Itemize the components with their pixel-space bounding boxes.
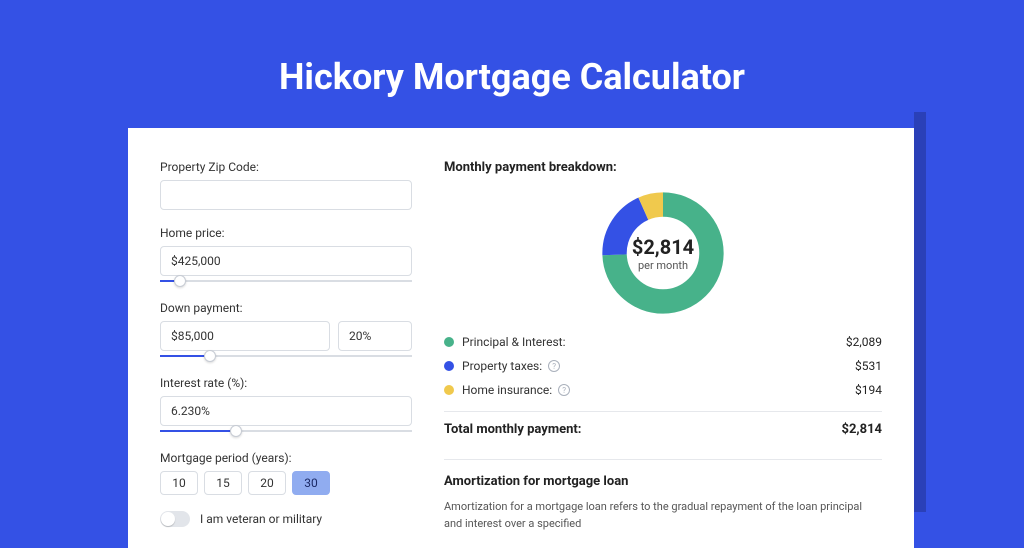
amortization-title: Amortization for mortgage loan	[444, 474, 882, 489]
legend-value: $531	[855, 359, 882, 373]
interest-rate-input[interactable]	[160, 396, 412, 426]
down-payment-group: Down payment:	[160, 301, 412, 360]
home-price-input[interactable]	[160, 246, 412, 276]
total-row: Total monthly payment: $2,814	[444, 422, 882, 437]
down-payment-percent-input[interactable]	[338, 321, 412, 351]
donut-amount: $2,814	[632, 235, 694, 259]
legend-value: $194	[855, 383, 882, 397]
mortgage-period-tabs: 10 15 20 30	[160, 471, 412, 495]
divider	[444, 411, 882, 412]
toggle-knob	[161, 512, 175, 526]
help-icon[interactable]: ?	[558, 384, 570, 396]
legend-row-ins: Home insurance: ? $194	[444, 383, 882, 397]
slider-thumb[interactable]	[204, 350, 216, 362]
period-30[interactable]: 30	[292, 471, 330, 495]
donut-sub: per month	[638, 259, 688, 272]
home-price-slider[interactable]	[160, 275, 412, 285]
app-frame: Hickory Mortgage Calculator Property Zip…	[0, 0, 1024, 512]
legend-row-tax: Property taxes: ? $531	[444, 359, 882, 373]
total-label: Total monthly payment:	[444, 422, 842, 437]
total-value: $2,814	[842, 422, 883, 437]
legend: Principal & Interest: $2,089 Property ta…	[444, 335, 882, 397]
period-15[interactable]: 15	[204, 471, 242, 495]
legend-label: Home insurance: ?	[462, 383, 855, 397]
zip-label: Property Zip Code:	[160, 160, 412, 174]
calculator-card: Property Zip Code: Home price: Down paym…	[128, 128, 914, 548]
right-shadow-strip	[914, 112, 926, 512]
period-10[interactable]: 10	[160, 471, 198, 495]
breakdown-column: Monthly payment breakdown: $2,814 per mo…	[444, 160, 882, 548]
interest-rate-group: Interest rate (%):	[160, 376, 412, 435]
inputs-column: Property Zip Code: Home price: Down paym…	[160, 160, 412, 548]
veteran-toggle-row: I am veteran or military	[160, 511, 412, 527]
breakdown-title: Monthly payment breakdown:	[444, 160, 882, 175]
donut-chart: $2,814 per month	[599, 189, 727, 317]
amortization-section: Amortization for mortgage loan Amortizat…	[444, 459, 882, 532]
amortization-text: Amortization for a mortgage loan refers …	[444, 499, 882, 532]
slider-thumb[interactable]	[174, 275, 186, 287]
down-payment-amount-input[interactable]	[160, 321, 330, 351]
interest-rate-label: Interest rate (%):	[160, 376, 412, 390]
period-20[interactable]: 20	[248, 471, 286, 495]
help-icon[interactable]: ?	[548, 360, 560, 372]
slider-thumb[interactable]	[230, 425, 242, 437]
page-title: Hickory Mortgage Calculator	[0, 0, 1024, 126]
legend-label: Principal & Interest:	[462, 335, 846, 349]
mortgage-period-label: Mortgage period (years):	[160, 451, 412, 465]
interest-rate-slider[interactable]	[160, 425, 412, 435]
donut-center: $2,814 per month	[599, 189, 727, 317]
zip-input[interactable]	[160, 180, 412, 210]
zip-group: Property Zip Code:	[160, 160, 412, 210]
down-payment-label: Down payment:	[160, 301, 412, 315]
home-price-group: Home price:	[160, 226, 412, 285]
legend-dot	[444, 337, 454, 347]
legend-dot	[444, 385, 454, 395]
veteran-label: I am veteran or military	[200, 512, 322, 526]
veteran-toggle[interactable]	[160, 511, 190, 527]
legend-label: Property taxes: ?	[462, 359, 855, 373]
home-price-label: Home price:	[160, 226, 412, 240]
legend-dot	[444, 361, 454, 371]
mortgage-period-group: Mortgage period (years): 10 15 20 30	[160, 451, 412, 495]
down-payment-slider[interactable]	[160, 350, 412, 360]
legend-row-pi: Principal & Interest: $2,089	[444, 335, 882, 349]
legend-value: $2,089	[846, 335, 882, 349]
donut-chart-wrap: $2,814 per month	[444, 189, 882, 317]
